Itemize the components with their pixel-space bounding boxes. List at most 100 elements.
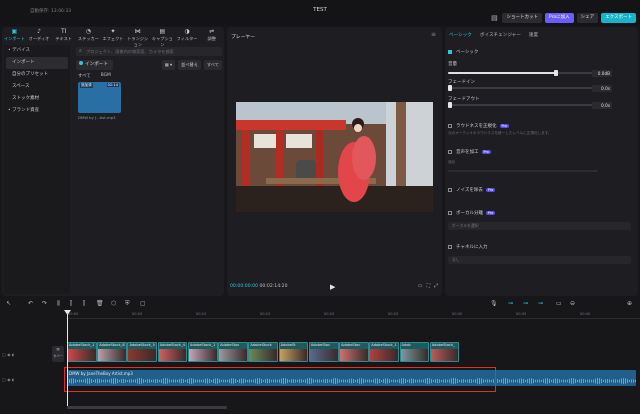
volume-knob[interactable] <box>554 70 558 76</box>
delete-icon[interactable]: 🗑 <box>96 300 104 307</box>
ratio-icon[interactable]: ▭ <box>418 283 423 289</box>
tab-import[interactable]: ▣ インポート <box>2 27 27 44</box>
undo-icon[interactable]: ↶ <box>28 300 33 307</box>
video-clip[interactable]: AdobeStoc <box>339 342 369 362</box>
video-clip[interactable]: AdobeStock <box>248 342 279 362</box>
shield-icon[interactable]: ⛨ <box>125 300 130 308</box>
crop-icon[interactable]: ⛶ <box>426 283 430 289</box>
fullscreen-icon[interactable]: ⤢ <box>434 283 438 289</box>
horizontal-scrollbar[interactable] <box>67 406 227 409</box>
fade-out-value[interactable]: 0.0s <box>592 102 612 109</box>
zoom-fit-icon[interactable]: ⊕ <box>627 300 632 307</box>
menu-icon[interactable]: ≡ <box>431 31 436 38</box>
fade-out-knob[interactable] <box>448 102 452 108</box>
tab-speed[interactable]: 速度 <box>529 32 538 38</box>
cursor-icon[interactable]: ↖ <box>6 300 11 307</box>
video-clip[interactable]: AdobeStock_ <box>429 342 460 362</box>
search-icon: ⌕ <box>79 48 82 54</box>
video-clip[interactable]: AdobeStock_4 <box>157 342 188 362</box>
link-icon[interactable]: ⊸ <box>508 300 513 307</box>
snap-icon[interactable]: ⊸ <box>538 300 543 307</box>
pro-subscribe-button[interactable]: Proに加入 <box>544 13 574 23</box>
crop-tool-icon[interactable]: ▢ <box>140 300 146 307</box>
basic-checkbox[interactable] <box>448 49 452 54</box>
loudness-description: 元のオーディオのラウドネスを統一したレベルに正規化します。 <box>448 131 552 135</box>
denoise-checkbox[interactable] <box>448 187 452 192</box>
share-button[interactable]: シェア <box>576 13 599 23</box>
tab-voice-changer[interactable]: ボイスチェンジャー <box>480 32 521 38</box>
tab-adjust[interactable]: ⇌ 調整 <box>199 27 224 44</box>
sidebar-section-device[interactable]: • デバイス <box>4 45 70 57</box>
magnet-icon[interactable]: ⊸ <box>523 300 528 307</box>
media-search-input[interactable]: ⌕ プロジェクト、画像内の検索語、カメラを検索 <box>76 47 222 56</box>
video-clip[interactable]: Adob <box>399 342 430 362</box>
media-thumbnail[interactable]: 追加済 02:14 DMW by J...tist.mp3 <box>78 82 121 141</box>
split-left-icon[interactable]: ⫿ <box>70 300 72 308</box>
filter-all[interactable]: すべて <box>78 73 91 79</box>
microphone-icon[interactable]: 🎙 <box>490 300 498 307</box>
video-clip[interactable]: AdobeStock_1 <box>369 342 400 362</box>
video-clip[interactable]: AdobeStock_1 <box>67 342 97 362</box>
video-clip-label: AdobeStoc <box>341 343 361 347</box>
tab-filters[interactable]: ◑ フィルター <box>175 27 200 44</box>
time-ruler[interactable]: 00:00 00:05 00:10 00:15 00:20 00:25 00:3… <box>66 311 640 319</box>
video-clip[interactable]: AdobeStoc <box>218 342 248 362</box>
tab-text[interactable]: TI テキスト <box>51 27 76 44</box>
playhead[interactable] <box>67 310 68 406</box>
vocal-checkbox[interactable] <box>448 210 452 215</box>
sort-button[interactable]: 並べ替え <box>178 60 201 70</box>
zoom-out-icon[interactable]: ⊖ <box>570 300 575 307</box>
tab-transitions[interactable]: ⋈ トランジション <box>125 27 150 47</box>
sidebar-item-spaces[interactable]: スペース <box>4 81 70 93</box>
vocal-select[interactable]: ボーカルを選択 <box>448 222 631 230</box>
channel-select[interactable]: なし <box>448 256 631 264</box>
tab-basic[interactable]: ベーシック <box>449 32 472 38</box>
tab-effects[interactable]: ✦ エフェクト <box>101 27 126 44</box>
sidebar-section-brand[interactable]: • ブランド資産 <box>4 105 70 117</box>
split-right-icon[interactable]: ⫿ <box>83 300 85 308</box>
fade-in-knob[interactable] <box>448 85 452 91</box>
play-button[interactable]: ▶ <box>330 283 335 291</box>
lock-icon[interactable]: ▢ <box>2 377 6 382</box>
mark-icon[interactable]: ⬡ <box>111 300 116 307</box>
tab-label: テキスト <box>55 36 72 41</box>
volume-slider[interactable] <box>448 70 598 76</box>
eye-icon[interactable]: ◉ <box>7 352 11 357</box>
tab-audio[interactable]: ♪ オーディオ <box>27 27 52 44</box>
export-button[interactable]: エクスポート <box>601 13 636 23</box>
video-clip-label: AdobeStock_5 <box>129 343 155 347</box>
loudness-checkbox[interactable] <box>448 123 452 128</box>
layout-icon[interactable]: ▤ <box>489 13 499 23</box>
redo-icon[interactable]: ↷ <box>42 300 47 307</box>
fade-in-slider[interactable] <box>448 85 598 91</box>
channel-checkbox[interactable] <box>448 244 452 249</box>
import-button[interactable]: インポート <box>76 60 113 70</box>
all-filter-button[interactable]: すべて <box>203 60 222 70</box>
fade-in-value[interactable]: 0.0s <box>592 85 612 92</box>
video-clip[interactable]: AdobeStoc <box>308 342 339 362</box>
audio-icon[interactable]: ◖ <box>12 352 14 357</box>
tab-captions[interactable]: ▤ キャプション <box>150 27 175 47</box>
sidebar-item-stock[interactable]: ストック素材 <box>4 93 70 105</box>
enhance-checkbox[interactable] <box>448 149 452 154</box>
cover-button[interactable]: ▨ カバー <box>52 346 64 362</box>
enhance-slider[interactable] <box>448 170 598 172</box>
waveform-bar <box>621 378 622 384</box>
lock-icon[interactable]: ▢ <box>2 352 6 357</box>
sidebar-item-import[interactable]: インポート <box>6 57 68 69</box>
fade-out-slider[interactable] <box>448 102 598 108</box>
filter-bgm[interactable]: BGM <box>101 73 111 79</box>
video-clip[interactable]: AdobeStock_5 <box>127 342 158 362</box>
sidebar-item-presets[interactable]: 自分のプリセット <box>4 69 70 81</box>
audio-icon[interactable]: ◖ <box>12 377 14 382</box>
volume-value[interactable]: 0.0dB <box>592 70 612 77</box>
eye-icon[interactable]: ◉ <box>7 377 11 382</box>
video-clip[interactable]: AdobeStock_8 <box>97 342 127 362</box>
video-clip[interactable]: AdobeSt <box>278 342 309 362</box>
split-icon[interactable]: ⫼ <box>57 300 60 308</box>
preview-axis-icon[interactable]: ▭ <box>556 300 562 307</box>
grid-view-icon[interactable]: ▦ ▾ <box>161 60 176 70</box>
tab-stickers[interactable]: ◔ ステッカー <box>76 27 101 44</box>
shortcut-button[interactable]: ショートカット <box>502 13 542 23</box>
video-clip[interactable]: AdobeStock_1 <box>187 342 218 362</box>
